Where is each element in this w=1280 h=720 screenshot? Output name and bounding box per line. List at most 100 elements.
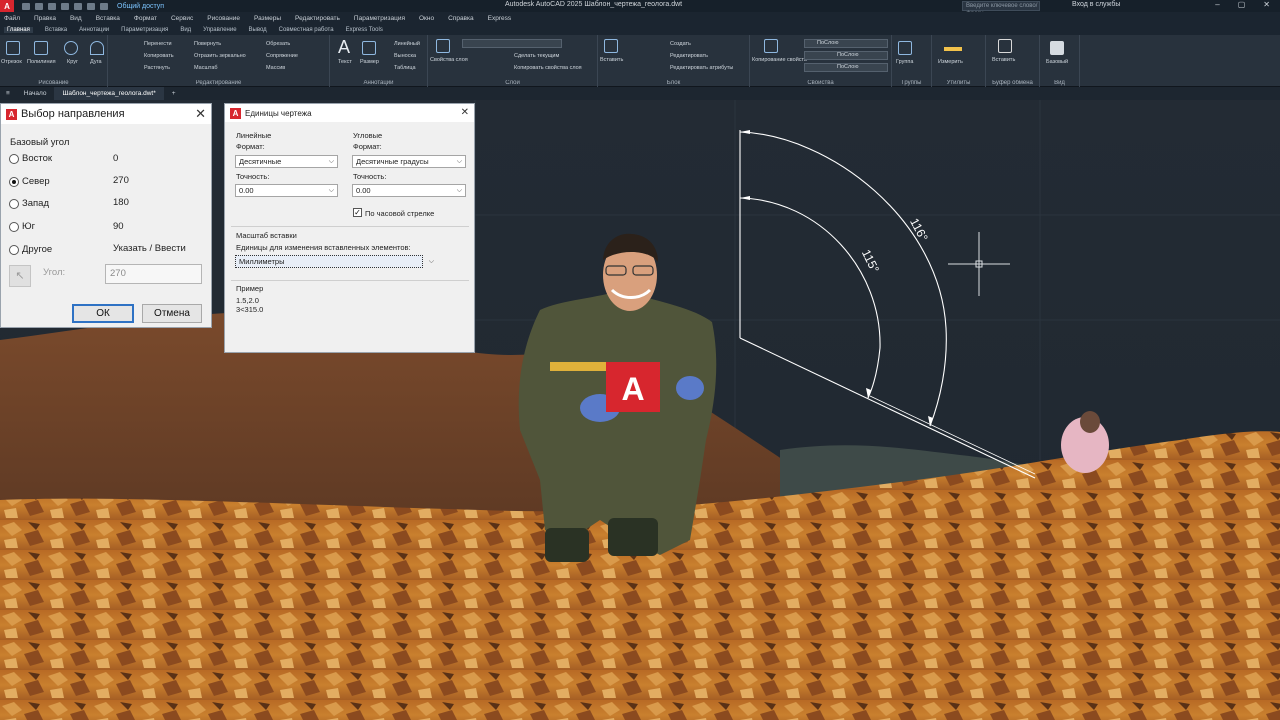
properties-panel-title[interactable]: Свойства (750, 80, 891, 86)
menu-modify[interactable]: Редактировать (295, 15, 340, 22)
insert-block-icon[interactable] (604, 39, 618, 53)
menu-file[interactable]: Файл (4, 15, 20, 22)
close-icon[interactable]: ✕ (1263, 0, 1270, 9)
circle-icon[interactable] (64, 41, 78, 55)
layers-panel-title[interactable]: Слои (428, 80, 597, 86)
paste-icon[interactable] (998, 39, 1012, 53)
group-tool[interactable]: Группа (896, 59, 913, 65)
clockwise-checkbox[interactable]: ✓ (353, 208, 362, 217)
layer-dropdown[interactable] (462, 39, 562, 48)
menu-express[interactable]: Express (488, 15, 511, 22)
mirror-tool[interactable]: Отразить зеркально (194, 53, 246, 59)
insert-block-tool[interactable]: Вставить (600, 57, 623, 63)
minimize-icon[interactable]: – (1215, 0, 1219, 9)
angle-input[interactable]: 270 (105, 264, 202, 284)
open-file-icon[interactable] (35, 2, 43, 10)
text-tool-label[interactable]: Текст (338, 59, 352, 65)
autocad-logo-icon[interactable]: A (0, 0, 14, 12)
copy-tool[interactable]: Копировать (144, 53, 174, 59)
layer-properties-icon[interactable] (436, 39, 450, 53)
linetype-dropdown[interactable]: ПоСлою (804, 51, 888, 60)
close-icon[interactable]: ✕ (195, 106, 206, 122)
linear-dim-tool[interactable]: Линейный (394, 41, 420, 47)
match-layer-tool[interactable]: Копировать свойства слоя (514, 65, 582, 71)
move-tool[interactable]: Перенести (144, 41, 172, 47)
signin-button[interactable]: Вход в службы (1072, 1, 1120, 8)
layer-properties-tool[interactable]: Свойства слоя (430, 57, 468, 63)
stretch-tool[interactable]: Растянуть (144, 65, 170, 71)
tab-view[interactable]: Вид (180, 27, 191, 33)
polyline-icon[interactable] (34, 41, 48, 55)
menu-tools[interactable]: Сервис (171, 15, 193, 22)
tab-insert[interactable]: Вставка (45, 27, 67, 33)
radio-east-button[interactable] (9, 153, 19, 164)
color-dropdown[interactable]: ПоСлою (804, 39, 888, 48)
file-tab-start[interactable]: Начало (16, 87, 55, 100)
tab-manage[interactable]: Управление (203, 27, 236, 33)
utilities-panel-title[interactable]: Утилиты (932, 80, 985, 86)
arc-tool-label[interactable]: Дуга (90, 59, 102, 65)
arc-icon[interactable] (90, 41, 104, 55)
angular-precision-select[interactable]: 0.00 ⌵ (352, 184, 466, 197)
circle-tool-label[interactable]: Круг (67, 59, 78, 65)
edit-attributes-tool[interactable]: Редактировать атрибуты (670, 65, 733, 71)
make-current-tool[interactable]: Сделать текущим (514, 53, 559, 59)
save-as-icon[interactable] (61, 2, 69, 10)
dimension-icon[interactable] (362, 41, 376, 55)
new-tab-icon[interactable]: + (164, 87, 184, 100)
redo-icon[interactable] (100, 2, 108, 10)
menu-dimension[interactable]: Размеры (254, 15, 281, 22)
measure-icon[interactable] (944, 47, 962, 51)
menu-draw[interactable]: Рисование (207, 15, 240, 22)
share-button[interactable]: Общий доступ (117, 3, 164, 10)
tab-home[interactable]: Главная (4, 26, 33, 33)
radio-north-button[interactable] (9, 176, 19, 187)
modify-panel-title[interactable]: Редактирование (108, 80, 329, 86)
paste-tool[interactable]: Вставить (992, 57, 1015, 63)
radio-west-label[interactable]: Запад (22, 198, 49, 209)
view-panel-title[interactable]: Вид (1040, 80, 1079, 86)
radio-south-label[interactable]: Юг (22, 221, 35, 232)
menu-parametric[interactable]: Параметризация (354, 15, 405, 22)
menu-view[interactable]: Вид (70, 15, 82, 22)
save-icon[interactable] (48, 2, 56, 10)
linear-format-select[interactable]: Десятичные ⌵ (235, 155, 338, 168)
search-input[interactable]: Введите ключевое слово/фразу (962, 1, 1040, 17)
measure-tool[interactable]: Измерить (938, 59, 963, 65)
menu-insert[interactable]: Вставка (96, 15, 120, 22)
tab-parametric[interactable]: Параметризация (121, 27, 168, 33)
leader-tool[interactable]: Выноска (394, 53, 416, 59)
radio-north[interactable]: Север (9, 176, 50, 187)
radio-east-label[interactable]: Восток (22, 153, 52, 164)
close-icon[interactable]: ✕ (461, 107, 469, 118)
base-view-icon[interactable] (1050, 41, 1064, 55)
new-file-icon[interactable] (22, 2, 30, 10)
dimension-tool-label[interactable]: Размер (360, 59, 379, 65)
pick-angle-icon[interactable]: ↖ (9, 265, 31, 287)
fillet-tool[interactable]: Сопряжение (266, 53, 298, 59)
groups-panel-title[interactable]: Группы (892, 80, 931, 86)
file-tab-template[interactable]: Шаблон_чертежа_геолога.dwt* (54, 87, 164, 100)
trim-tool[interactable]: Обрезать (266, 41, 290, 47)
clipboard-panel-title[interactable]: Буфер обмена (986, 80, 1039, 86)
table-tool[interactable]: Таблица (394, 65, 416, 71)
radio-east[interactable]: Восток (9, 153, 52, 164)
radio-other-button[interactable] (9, 244, 19, 255)
clockwise-label[interactable]: По часовой стрелке (365, 209, 434, 218)
text-tool-icon[interactable]: A (338, 37, 350, 58)
lineweight-dropdown[interactable]: ПоСлою (804, 63, 888, 72)
create-block-tool[interactable]: Создать (670, 41, 691, 47)
menu-window[interactable]: Окно (419, 15, 434, 22)
angular-format-select[interactable]: Десятичные градусы ⌵ (352, 155, 466, 168)
insertion-units-select[interactable]: Миллиметры ⌵ (235, 255, 434, 268)
tab-annotate[interactable]: Аннотации (79, 27, 109, 33)
block-panel-title[interactable]: Блок (598, 80, 749, 86)
rotate-tool[interactable]: Повернуть (194, 41, 221, 47)
match-properties-tool[interactable]: Копирование свойств (752, 57, 807, 63)
undo-icon[interactable] (87, 2, 95, 10)
print-icon[interactable] (74, 2, 82, 10)
edit-block-tool[interactable]: Редактировать (670, 53, 708, 59)
radio-north-label[interactable]: Север (22, 176, 50, 187)
polyline-tool-label[interactable]: Полилиния (27, 59, 56, 65)
linear-precision-select[interactable]: 0.00 ⌵ (235, 184, 338, 197)
